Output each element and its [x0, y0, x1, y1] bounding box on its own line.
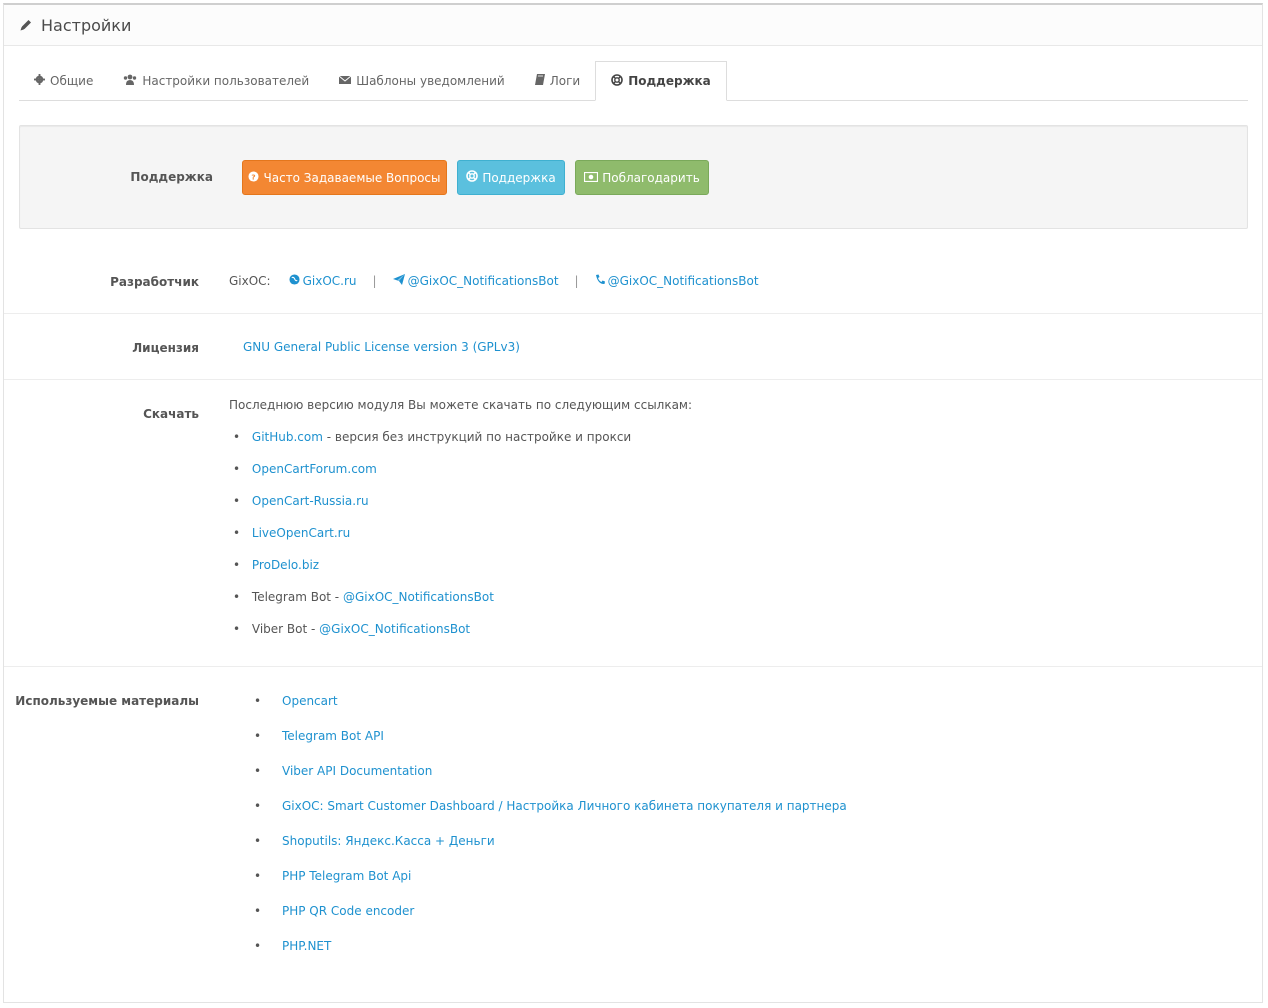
support-button[interactable]: Поддержка — [457, 160, 565, 195]
tab-templates[interactable]: Шаблоны уведомлений — [324, 62, 519, 100]
users-icon — [123, 74, 137, 88]
divider — [4, 666, 1262, 667]
opencart-russia-link[interactable]: OpenCart-Russia.ru — [252, 494, 369, 508]
separator: | — [372, 274, 377, 288]
telegram-bot-link[interactable]: @GixOC_NotificationsBot — [343, 590, 494, 604]
material-link[interactable]: Opencart — [282, 694, 338, 708]
developer-line: GixOC: GixOC.ru | @GixOC_NotificationsBo… — [229, 274, 759, 288]
page-title: Настройки — [41, 15, 132, 35]
list-item: GitHub.com - версия без инструкций по на… — [233, 430, 631, 444]
prodelo-link[interactable]: ProDelo.biz — [252, 558, 319, 572]
list-item: ProDelo.biz — [233, 558, 319, 572]
list-item: LiveOpenCart.ru — [233, 526, 350, 540]
list-item: • PHP.NET — [254, 939, 332, 953]
list-item: • Opencart — [254, 694, 338, 708]
faq-button[interactable]: ? Часто Задаваемые Вопросы — [242, 160, 447, 195]
divider — [4, 379, 1262, 380]
tab-bar: Общие Настройки пользователей Шаблоны ув… — [19, 60, 1248, 101]
tab-support[interactable]: Поддержка — [595, 61, 727, 101]
list-item: • Viber API Documentation — [254, 764, 433, 778]
separator: | — [574, 274, 579, 288]
license-link[interactable]: GNU General Public License version 3 (GP… — [243, 340, 520, 354]
download-intro: Последнюю версию модуля Вы можете скачат… — [229, 398, 693, 412]
material-link[interactable]: PHP.NET — [282, 939, 331, 953]
list-item: • GixOC: Smart Customer Dashboard / Настр… — [254, 799, 847, 813]
phone-icon — [595, 274, 605, 288]
material-link[interactable]: GixOC: Smart Customer Dashboard / Настро… — [282, 799, 847, 813]
list-item: • Shoputils: Яндекс.Касса + Деньги — [254, 834, 495, 848]
material-link[interactable]: Shoputils: Яндекс.Касса + Деньги — [282, 834, 495, 848]
developer-telegram-link[interactable]: @GixOC_NotificationsBot — [392, 274, 559, 288]
list-item: Viber Bot - @GixOC_NotificationsBot — [233, 622, 470, 636]
list-item: • PHP QR Code encoder — [254, 904, 415, 918]
opencartforum-link[interactable]: OpenCartForum.com — [252, 462, 377, 476]
divider — [4, 313, 1262, 314]
gear-icon — [34, 74, 45, 88]
envelope-icon — [338, 74, 352, 88]
download-label: Скачать — [143, 407, 199, 421]
support-well: Поддержка ? Часто Задаваемые Вопросы Под… — [19, 125, 1248, 229]
support-label: Поддержка — [130, 170, 213, 184]
material-link[interactable]: PHP QR Code encoder — [282, 904, 414, 918]
material-link[interactable]: PHP Telegram Bot Api — [282, 869, 411, 883]
list-item: • Telegram Bot API — [254, 729, 384, 743]
viber-bot-link[interactable]: @GixOC_NotificationsBot — [319, 622, 470, 636]
paper-plane-icon — [392, 274, 405, 288]
tab-general[interactable]: Общие — [19, 62, 108, 100]
money-icon — [584, 171, 599, 185]
material-link[interactable]: Viber API Documentation — [282, 764, 432, 778]
github-link[interactable]: GitHub.com — [252, 430, 323, 444]
globe-icon — [289, 274, 300, 288]
license-label: Лицензия — [132, 341, 199, 355]
liveopencart-link[interactable]: LiveOpenCart.ru — [252, 526, 350, 540]
material-link[interactable]: Telegram Bot API — [282, 729, 384, 743]
list-item: OpenCartForum.com — [233, 462, 377, 476]
thanks-button[interactable]: Поблагодарить — [575, 160, 709, 195]
tab-users[interactable]: Настройки пользователей — [108, 62, 324, 100]
list-item: OpenCart-Russia.ru — [233, 494, 369, 508]
question-circle-icon: ? — [248, 170, 260, 185]
lifebuoy-icon — [611, 73, 623, 89]
panel-heading: Настройки — [4, 5, 1262, 46]
list-item: Telegram Bot - @GixOC_NotificationsBot — [233, 590, 494, 604]
developer-viber-link[interactable]: @GixOC_NotificationsBot — [595, 274, 759, 288]
materials-label: Используемые материалы — [15, 694, 199, 708]
settings-panel: Настройки Общие Настройки пользователей … — [3, 3, 1263, 1003]
pencil-icon — [19, 18, 33, 32]
developer-label: Разработчик — [110, 275, 199, 289]
lifebuoy-icon — [466, 170, 479, 185]
book-icon — [534, 74, 545, 88]
svg-text:?: ? — [252, 172, 256, 181]
developer-site-link[interactable]: GixOC.ru — [289, 274, 357, 288]
developer-name: GixOC: — [229, 274, 271, 288]
list-item: • PHP Telegram Bot Api — [254, 869, 412, 883]
tab-logs[interactable]: Логи — [520, 62, 595, 100]
